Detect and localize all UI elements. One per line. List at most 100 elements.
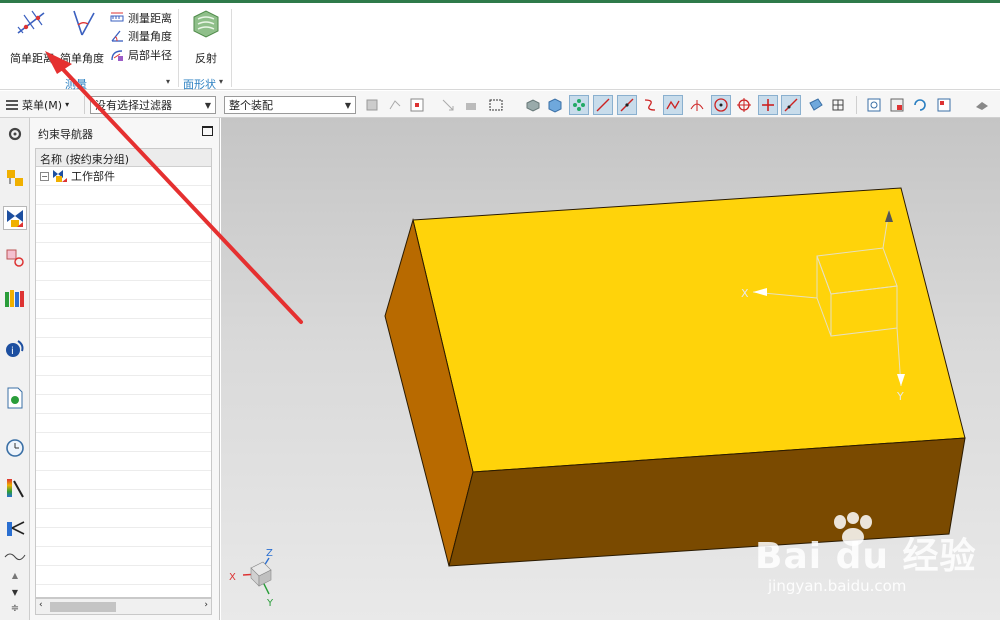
tree-column-header[interactable]: 名称 (按约束分组): [36, 149, 211, 167]
face-shape-group-dropdown[interactable]: ▾: [219, 77, 223, 86]
select-features-icon[interactable]: [362, 95, 382, 115]
measure-distance-icon: [17, 10, 45, 34]
tree-row-empty: [36, 243, 211, 262]
snap-on-face-icon[interactable]: [806, 95, 826, 115]
tree-row-empty: [36, 490, 211, 509]
box-select-icon[interactable]: [486, 95, 506, 115]
expand-bar-icon[interactable]: ≑: [3, 596, 27, 620]
measure-angle-icon: [73, 10, 95, 36]
snap-on-curve-icon[interactable]: [781, 95, 801, 115]
snap-center-icon[interactable]: [711, 95, 731, 115]
tree-row-empty: [36, 395, 211, 414]
menu-button[interactable]: 菜单(M) ▾: [5, 95, 69, 114]
tree-row-empty: [36, 338, 211, 357]
visual-palette-icon[interactable]: [3, 476, 27, 500]
group-separator: [178, 9, 179, 87]
scrollbar-thumb[interactable]: [50, 602, 116, 612]
watermark-brand: Bai du 经验: [755, 536, 977, 577]
menu-dropdown-icon: ▾: [65, 100, 70, 109]
tree-row-empty: [36, 547, 211, 566]
snap-quadrant-icon[interactable]: [734, 95, 754, 115]
history-document-icon[interactable]: [3, 386, 27, 410]
maximize-icon[interactable]: [202, 126, 213, 136]
csys-x-label: X: [741, 287, 749, 300]
measure-angle-button[interactable]: 测量角度: [110, 27, 172, 44]
part-navigator-icon[interactable]: [3, 246, 27, 270]
tree-item-work-part[interactable]: − 工作部件: [36, 167, 211, 186]
local-radius-button[interactable]: 局部半径: [110, 46, 172, 63]
ribbon: 简单距离 简单角度 测量距离 测量角度 局部半径 测量 ▾ 反射 面形状 ▾: [0, 0, 1000, 91]
reflect-button[interactable]: 反射: [180, 7, 232, 69]
select-body-icon[interactable]: [461, 95, 481, 115]
resource-bar: i ▲ ▼ ≑: [0, 118, 30, 620]
tree-row-empty: [36, 205, 211, 224]
snap-intersection-icon[interactable]: [758, 95, 778, 115]
tree-row-empty: [36, 319, 211, 338]
snap-line-icon[interactable]: [593, 95, 613, 115]
triad-x-label: X: [229, 572, 236, 583]
tree-row-empty: [36, 357, 211, 376]
fit-view-icon[interactable]: [864, 95, 884, 115]
constraint-navigator-icon[interactable]: [3, 206, 27, 230]
chevron-down-icon: ▼: [204, 100, 211, 110]
roles-icon[interactable]: [3, 516, 27, 540]
tree-row-empty: [36, 224, 211, 243]
tree-row-empty: [36, 471, 211, 490]
face-shape-group-label: 面形状: [183, 78, 216, 91]
watermark-url: jingyan.baidu.com: [768, 577, 907, 595]
component-icon[interactable]: [523, 95, 543, 115]
simple-angle-button[interactable]: 简单角度: [56, 7, 108, 69]
scroll-left-icon[interactable]: ‹: [39, 600, 43, 610]
constraint-navigator-panel: 约束导航器 名称 (按约束分组) − 工作部件 ‹ ›: [30, 118, 220, 620]
top-border-bar: 菜单(M) ▾ 没有选择过滤器 ▼ 整个装配 ▼: [0, 91, 1000, 118]
collapse-toggle-icon[interactable]: −: [40, 171, 49, 181]
csys-y-label: Y: [896, 390, 904, 403]
scroll-right-icon[interactable]: ›: [204, 600, 208, 610]
tree-row-empty: [36, 262, 211, 281]
tree-row-empty: [36, 376, 211, 395]
navigator-title: 约束导航器: [38, 128, 93, 141]
tree-row-empty: [36, 433, 211, 452]
selection-filter-select[interactable]: 没有选择过滤器 ▼: [90, 96, 216, 114]
zoom-window-icon[interactable]: [887, 95, 907, 115]
render-style-icon[interactable]: [972, 95, 992, 115]
snap-end-point-icon[interactable]: [569, 95, 589, 115]
settings-gear-icon[interactable]: [3, 122, 27, 146]
measure-distance-button[interactable]: 测量距离: [110, 9, 172, 26]
tree-row-empty: [36, 300, 211, 319]
triad-z-label: Z: [266, 548, 273, 559]
view-triad: Z X Y: [229, 548, 274, 609]
snap-spline-icon[interactable]: [663, 95, 683, 115]
view-orientation-icon[interactable]: [934, 95, 954, 115]
assembly-navigator-icon[interactable]: [3, 166, 27, 190]
triad-y-label: Y: [266, 598, 274, 609]
snap-mid-point-icon[interactable]: [617, 95, 637, 115]
tree-row-empty: [36, 585, 211, 597]
ruler-icon: [110, 12, 124, 21]
snap-tangent-icon[interactable]: [687, 95, 707, 115]
chevron-down-icon: ▼: [344, 100, 351, 110]
measure-group-dropdown[interactable]: ▾: [166, 77, 170, 86]
work-part-icon: [53, 170, 67, 182]
solid-body-icon[interactable]: [545, 95, 565, 115]
snap-bounded-grid-icon[interactable]: [828, 95, 848, 115]
rotate-view-icon[interactable]: [910, 95, 930, 115]
select-curves-icon[interactable]: [385, 95, 405, 115]
navigator-tree[interactable]: 名称 (按约束分组) − 工作部件: [35, 148, 212, 598]
select-point-icon[interactable]: [407, 95, 427, 115]
tree-row-empty: [36, 452, 211, 471]
snap-move-icon[interactable]: [438, 95, 458, 115]
reuse-library-icon[interactable]: [3, 286, 27, 310]
tree-row-empty: [36, 281, 211, 300]
tree-row-empty: [36, 186, 211, 205]
snap-curve-icon[interactable]: [640, 95, 660, 115]
tree-row-empty: [36, 528, 211, 547]
info-web-browser-icon[interactable]: i: [3, 336, 27, 360]
menu-icon: [6, 99, 18, 110]
horizontal-scrollbar[interactable]: ‹ ›: [35, 598, 212, 615]
simple-distance-button[interactable]: 简单距离: [6, 7, 58, 69]
history-clock-icon[interactable]: [3, 436, 27, 460]
tree-row-empty: [36, 566, 211, 585]
assembly-scope-select[interactable]: 整个装配 ▼: [224, 96, 356, 114]
svg-text:i: i: [11, 346, 14, 357]
